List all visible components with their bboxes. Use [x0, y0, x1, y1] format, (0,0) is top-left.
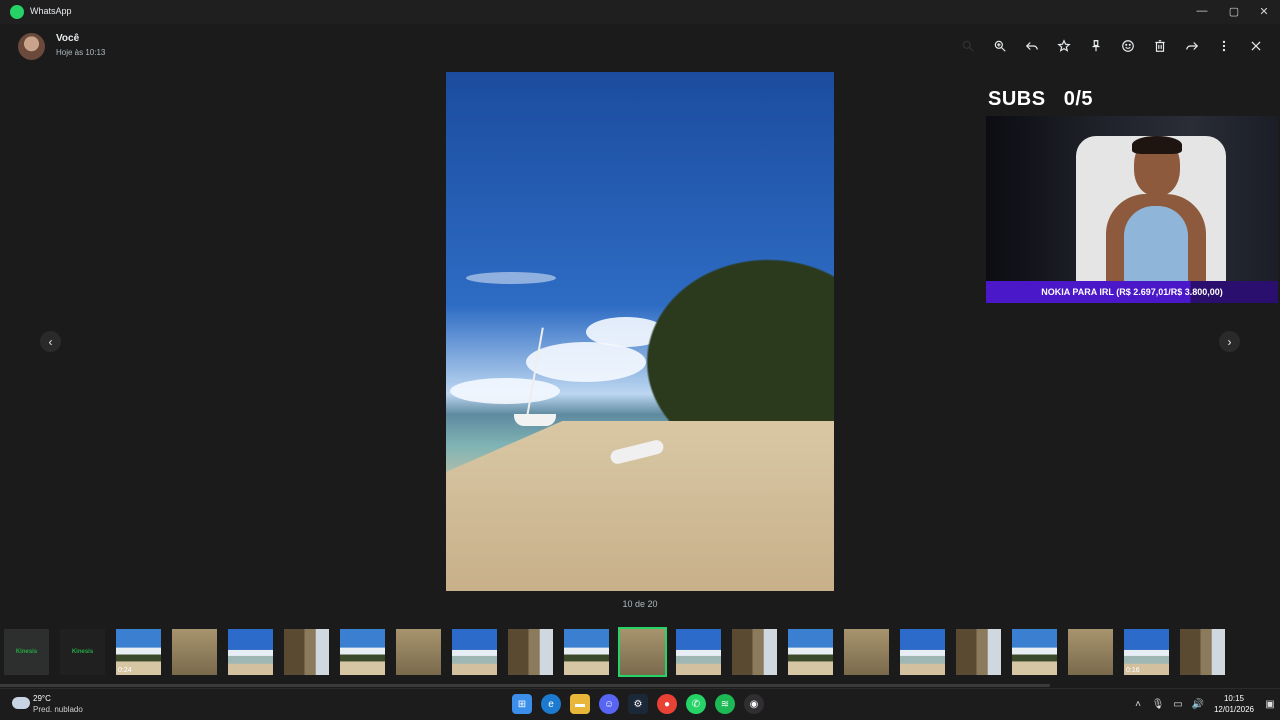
media-thumbnail[interactable]	[340, 629, 385, 675]
media-thumbnail[interactable]	[676, 629, 721, 675]
media-thumbnail[interactable]	[788, 629, 833, 675]
clock-time: 10:15	[1223, 694, 1245, 703]
media-counter: 10 de 20	[622, 599, 658, 609]
more-icon[interactable]	[1214, 36, 1234, 56]
media-thumbnail[interactable]	[732, 629, 777, 675]
forward-icon[interactable]	[1182, 36, 1202, 56]
file-explorer-icon[interactable]: ▬	[570, 694, 590, 714]
subs-goal-label: SUBS 0/5	[988, 88, 1094, 110]
media-thumbnail[interactable]	[564, 629, 609, 675]
streamer-shirt	[1124, 206, 1188, 282]
media-thumbnail[interactable]	[618, 627, 667, 677]
chrome-icon[interactable]: ●	[657, 694, 677, 714]
streamer-hair	[1132, 136, 1182, 154]
media-thumbnail[interactable]	[284, 629, 329, 675]
thumbnail-label: Kinesis	[71, 649, 94, 655]
microphone-icon[interactable]: 🎙	[1148, 694, 1168, 714]
thumbnail-scrollbar[interactable]	[0, 684, 1050, 687]
window-title: WhatsApp	[30, 6, 72, 16]
media-thumbnail[interactable]	[172, 629, 217, 675]
cloudy-weather-icon[interactable]	[12, 697, 30, 709]
avatar[interactable]	[18, 33, 45, 60]
star-icon[interactable]	[1054, 36, 1074, 56]
media-thumbnail[interactable]	[452, 629, 497, 675]
clock[interactable]: 10:15 12/01/2026	[1208, 693, 1260, 715]
volume-icon[interactable]: 🔊	[1188, 694, 1208, 714]
maximize-button[interactable]: ▢	[1218, 0, 1250, 22]
media-thumbnail[interactable]	[1180, 629, 1225, 675]
minimize-button[interactable]: —	[1186, 0, 1218, 22]
search-icon	[958, 36, 978, 56]
media-thumbnail[interactable]: 0:16	[1124, 629, 1169, 675]
thumbnail-label: Kinesis	[15, 649, 38, 655]
chevron-up-icon[interactable]: ˄	[1128, 694, 1148, 714]
photo-sailboat	[514, 414, 556, 426]
media-thumbnail[interactable]	[844, 629, 889, 675]
edge-icon[interactable]: e	[541, 694, 561, 714]
window-close-button[interactable]: ✕	[1248, 0, 1280, 22]
media-thumbnail[interactable]	[396, 629, 441, 675]
media-thumbnail[interactable]	[1012, 629, 1057, 675]
whatsapp-icon[interactable]: ✆	[686, 694, 706, 714]
thumbnail-strip: Kinesis Kinesis 0:24 0:16	[4, 627, 1225, 677]
obs-icon[interactable]: ◉	[744, 694, 764, 714]
discord-icon[interactable]: ☺	[599, 694, 619, 714]
whatsapp-logo-icon	[10, 5, 24, 19]
previous-media-button[interactable]: ‹	[40, 331, 61, 352]
emoji-icon[interactable]	[1118, 36, 1138, 56]
media-thumbnail[interactable]	[508, 629, 553, 675]
taskbar-apps: ⊞ e ▬ ☺ ⚙ ● ✆ ≋ ◉	[512, 692, 764, 716]
media-thumbnail[interactable]: Kinesis	[4, 629, 49, 675]
network-icon[interactable]: ▭	[1168, 694, 1188, 714]
steam-icon[interactable]: ⚙	[628, 694, 648, 714]
viewer-toolbar	[958, 36, 1266, 56]
photo-cloud	[466, 272, 556, 284]
weather-description[interactable]: Pred. nublado	[33, 705, 83, 714]
media-thumbnail[interactable]	[1068, 629, 1113, 675]
photo-cloud	[450, 378, 560, 404]
donation-goal-banner: NOKIA PARA IRL (R$ 2.697,01/R$ 3.800,00)	[986, 281, 1278, 303]
close-icon[interactable]	[1246, 36, 1266, 56]
pin-icon[interactable]	[1086, 36, 1106, 56]
message-timestamp: Hoje às 10:13	[56, 48, 106, 57]
delete-icon[interactable]	[1150, 36, 1170, 56]
zoom-in-icon[interactable]	[990, 36, 1010, 56]
media-thumbnail[interactable]	[956, 629, 1001, 675]
windows-start-icon[interactable]: ⊞	[512, 694, 532, 714]
media-viewer: WhatsApp — ▢ ✕ Você Hoje às 10:13 ‹ › 10…	[0, 0, 1280, 688]
sender-name: Você	[56, 33, 80, 44]
media-thumbnail[interactable]: Kinesis	[60, 629, 105, 675]
media-thumbnail[interactable]	[900, 629, 945, 675]
reply-icon[interactable]	[1022, 36, 1042, 56]
title-bar: WhatsApp — ▢ ✕	[0, 0, 1280, 24]
spotify-icon[interactable]: ≋	[715, 694, 735, 714]
video-duration: 0:16	[1126, 667, 1140, 674]
system-tray: ˄ 🎙 ▭ 🔊 10:15 12/01/2026 ▣	[1128, 688, 1280, 720]
media-thumbnail[interactable]: 0:24	[116, 629, 161, 675]
next-media-button[interactable]: ›	[1219, 331, 1240, 352]
clock-date: 12/01/2026	[1213, 705, 1255, 714]
streamer	[1106, 136, 1206, 282]
notification-icon[interactable]: ▣	[1260, 694, 1280, 714]
media-thumbnail[interactable]	[228, 629, 273, 675]
main-photo[interactable]	[446, 72, 834, 591]
webcam-overlay	[986, 116, 1278, 282]
weather-temperature[interactable]: 29°C	[33, 694, 51, 703]
video-duration: 0:24	[118, 667, 132, 674]
